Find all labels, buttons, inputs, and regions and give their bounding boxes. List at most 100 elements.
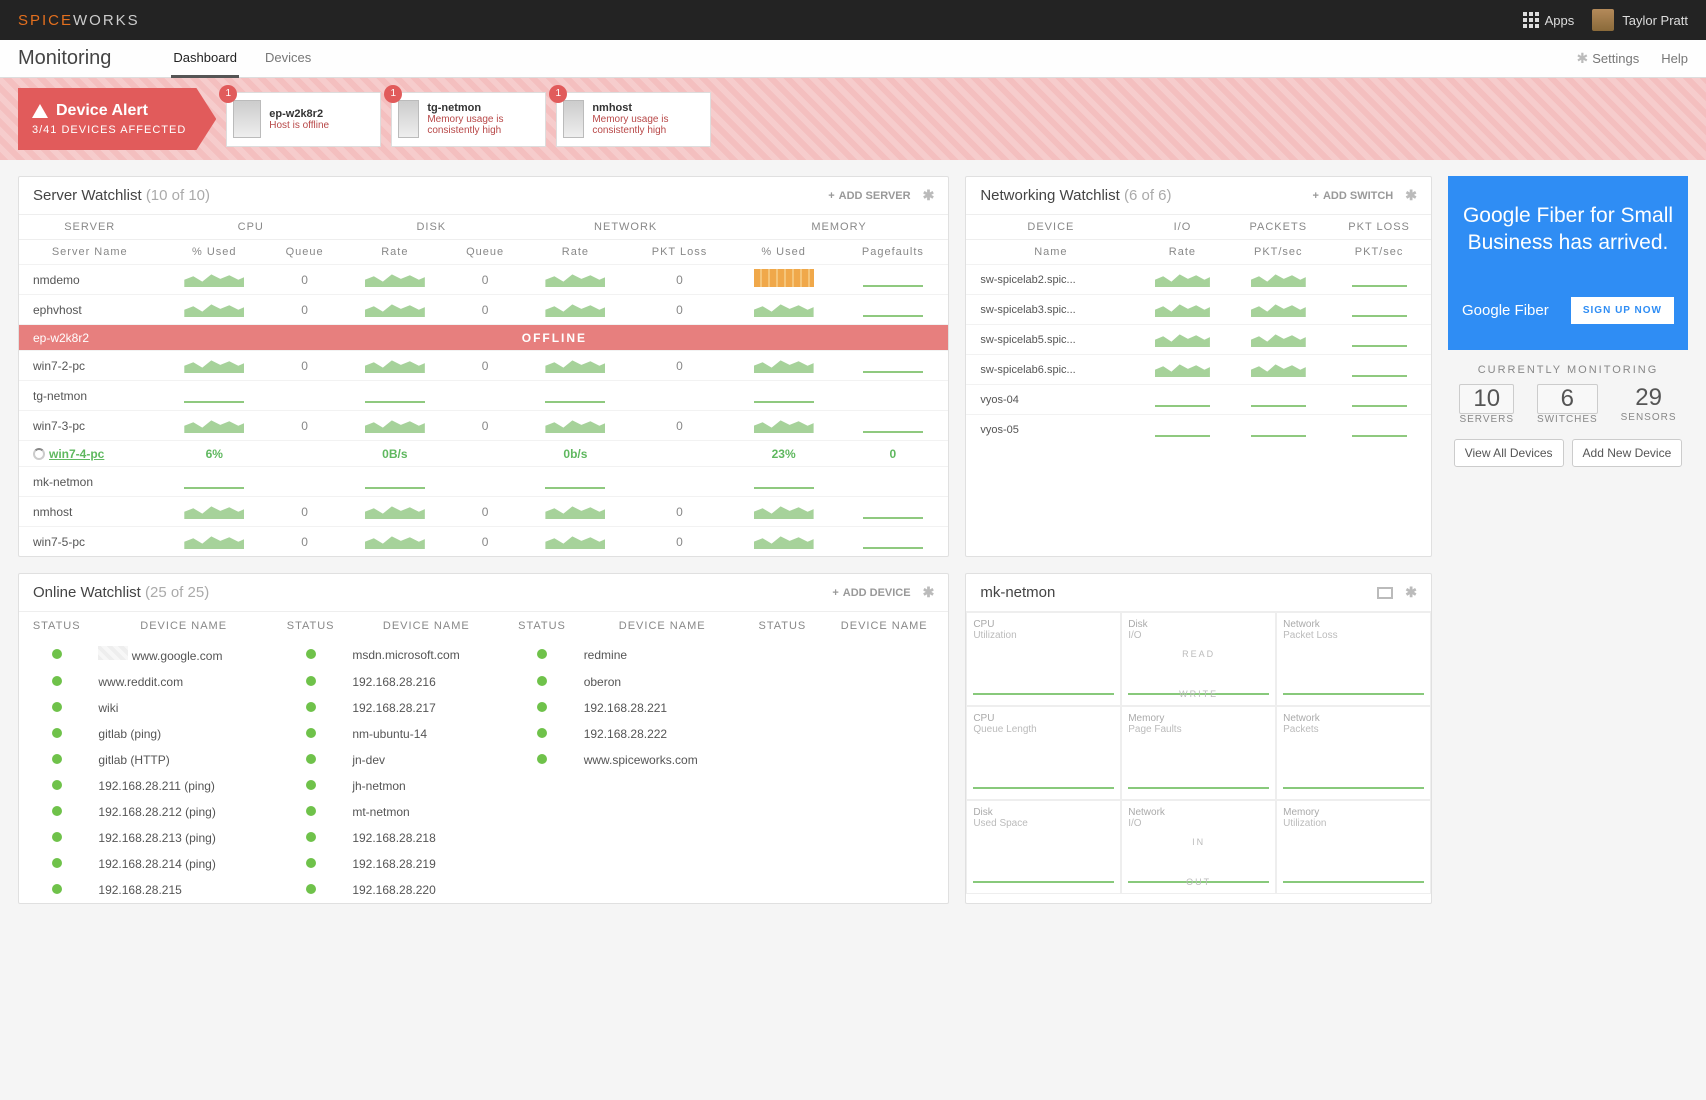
page-title: Monitoring bbox=[18, 47, 111, 70]
table-row[interactable]: 192.168.28.214 (ping)192.168.28.219 bbox=[19, 851, 948, 877]
ad-google-fiber[interactable]: Google Fiber for Small Business has arri… bbox=[1448, 176, 1688, 350]
table-row[interactable]: mk-netmon bbox=[19, 467, 948, 497]
metric-cell[interactable]: NetworkPackets bbox=[1276, 706, 1431, 800]
status-dot bbox=[306, 649, 316, 659]
table-row[interactable]: vyos-04 bbox=[966, 385, 1431, 415]
gear-icon[interactable]: ✱ bbox=[923, 584, 935, 601]
user-name: Taylor Pratt bbox=[1622, 13, 1688, 28]
metric-cell[interactable]: NetworkPacket Loss bbox=[1276, 612, 1431, 706]
status-dot bbox=[52, 806, 62, 816]
alert-card[interactable]: 1 nmhostMemory usage is consistently hig… bbox=[556, 92, 711, 147]
add-server-button[interactable]: ADD SERVER bbox=[828, 190, 910, 202]
server-icon bbox=[233, 100, 261, 138]
tab-devices[interactable]: Devices bbox=[263, 40, 313, 78]
gear-icon: ✱ bbox=[1577, 50, 1589, 67]
warning-icon bbox=[32, 104, 48, 118]
status-dot bbox=[52, 858, 62, 868]
online-watchlist-panel: Online Watchlist (25 of 25) ADD DEVICE ✱… bbox=[18, 573, 949, 904]
metric-cell[interactable]: CPUUtilization bbox=[966, 612, 1121, 706]
status-dot bbox=[52, 649, 62, 659]
status-dot bbox=[537, 702, 547, 712]
status-dot bbox=[52, 702, 62, 712]
table-row[interactable]: win7-5-pc000 bbox=[19, 527, 948, 557]
stat-servers[interactable]: 10SERVERS bbox=[1459, 384, 1514, 425]
status-dot bbox=[306, 858, 316, 868]
table-row[interactable]: sw-spicelab3.spic... bbox=[966, 295, 1431, 325]
table-row[interactable]: 192.168.28.212 (ping)mt-netmon bbox=[19, 799, 948, 825]
alert-badge: Device Alert 3/41 DEVICES AFFECTED bbox=[18, 88, 216, 150]
apps-menu[interactable]: Apps bbox=[1523, 12, 1575, 28]
apps-label: Apps bbox=[1545, 13, 1575, 28]
monitor-icon[interactable] bbox=[1377, 587, 1393, 599]
table-row[interactable]: sw-spicelab2.spic... bbox=[966, 265, 1431, 295]
table-row[interactable]: www.reddit.com192.168.28.216oberon bbox=[19, 669, 948, 695]
status-dot bbox=[306, 754, 316, 764]
table-row[interactable]: sw-spicelab5.spic... bbox=[966, 325, 1431, 355]
alert-card[interactable]: 1 tg-netmonMemory usage is consistently … bbox=[391, 92, 546, 147]
ad-cta-button[interactable]: SIGN UP NOW bbox=[1571, 297, 1674, 324]
table-row[interactable]: 192.168.28.215192.168.28.220 bbox=[19, 877, 948, 903]
alert-count-badge: 1 bbox=[549, 85, 567, 103]
add-switch-button[interactable]: ADD SWITCH bbox=[1313, 190, 1394, 202]
table-row[interactable]: nmdemo000 bbox=[19, 265, 948, 295]
alert-card[interactable]: 1 ep-w2k8r2Host is offline bbox=[226, 92, 381, 147]
table-row[interactable]: www.google.commsdn.microsoft.comredmine bbox=[19, 640, 948, 669]
currently-monitoring: CURRENTLY MONITORING 10SERVERS 6SWITCHES… bbox=[1448, 364, 1688, 425]
status-dot bbox=[537, 676, 547, 686]
server-watchlist-panel: Server Watchlist (10 of 10) ADD SERVER ✱… bbox=[18, 176, 949, 557]
server-watchlist-table: SERVERCPUDISKNETWORKMEMORYServer Name% U… bbox=[19, 215, 948, 556]
table-row[interactable]: nmhost000 bbox=[19, 497, 948, 527]
table-row[interactable]: win7-4-pc6%0B/s0b/s23%0 bbox=[19, 441, 948, 467]
gear-icon[interactable]: ✱ bbox=[1405, 187, 1417, 204]
stat-switches[interactable]: 6SWITCHES bbox=[1537, 384, 1598, 425]
table-row[interactable]: wiki192.168.28.217192.168.28.221 bbox=[19, 695, 948, 721]
help-link[interactable]: Help bbox=[1661, 51, 1688, 66]
table-row[interactable]: ep-w2k8r2OFFLINE bbox=[19, 325, 948, 351]
status-dot bbox=[52, 676, 62, 686]
table-row[interactable]: tg-netmon bbox=[19, 381, 948, 411]
server-icon bbox=[563, 100, 584, 138]
settings-link[interactable]: ✱Settings bbox=[1577, 50, 1640, 67]
metric-cell[interactable]: MemoryPage Faults bbox=[1121, 706, 1276, 800]
metric-cell[interactable]: CPUQueue Length bbox=[966, 706, 1121, 800]
status-dot bbox=[52, 780, 62, 790]
table-row[interactable]: win7-2-pc000 bbox=[19, 351, 948, 381]
ad-headline: Google Fiber for Small Business has arri… bbox=[1462, 202, 1674, 257]
online-watchlist-table: STATUSDEVICE NAMESTATUSDEVICE NAMESTATUS… bbox=[19, 612, 948, 903]
status-dot bbox=[306, 780, 316, 790]
metric-cell[interactable]: NetworkI/OINOUT bbox=[1121, 800, 1276, 894]
top-bar: SPICEWORKS Apps Taylor Pratt bbox=[0, 0, 1706, 40]
stat-sensors: 29SENSORS bbox=[1621, 384, 1677, 425]
brand-logo: SPICEWORKS bbox=[18, 12, 140, 29]
status-dot bbox=[306, 806, 316, 816]
user-menu[interactable]: Taylor Pratt bbox=[1592, 9, 1688, 31]
table-row[interactable]: vyos-05 bbox=[966, 415, 1431, 445]
add-new-device-button[interactable]: Add New Device bbox=[1572, 439, 1683, 467]
ad-brand: Google Fiber bbox=[1462, 302, 1549, 319]
device-detail-panel: mk-netmon ✱ CPUUtilizationDiskI/OREADWRI… bbox=[965, 573, 1432, 904]
table-row[interactable]: sw-spicelab6.spic... bbox=[966, 355, 1431, 385]
table-row[interactable]: gitlab (ping)nm-ubuntu-14192.168.28.222 bbox=[19, 721, 948, 747]
table-row[interactable]: gitlab (HTTP)jn-devwww.spiceworks.com bbox=[19, 747, 948, 773]
status-dot bbox=[52, 728, 62, 738]
metric-cell[interactable]: DiskUsed Space bbox=[966, 800, 1121, 894]
avatar bbox=[1592, 9, 1614, 31]
table-row[interactable]: win7-3-pc000 bbox=[19, 411, 948, 441]
table-row[interactable]: 192.168.28.213 (ping)192.168.28.218 bbox=[19, 825, 948, 851]
gear-icon[interactable]: ✱ bbox=[1405, 584, 1417, 601]
table-row[interactable]: 192.168.28.211 (ping)jh-netmon bbox=[19, 773, 948, 799]
sub-header: Monitoring Dashboard Devices ✱Settings H… bbox=[0, 40, 1706, 78]
tab-dashboard[interactable]: Dashboard bbox=[171, 40, 239, 78]
status-dot bbox=[306, 676, 316, 686]
status-dot bbox=[537, 728, 547, 738]
apps-grid-icon bbox=[1523, 12, 1539, 28]
status-dot bbox=[306, 728, 316, 738]
alert-strip: Device Alert 3/41 DEVICES AFFECTED 1 ep-… bbox=[0, 78, 1706, 160]
alert-count-badge: 1 bbox=[384, 85, 402, 103]
metric-cell[interactable]: DiskI/OREADWRITE bbox=[1121, 612, 1276, 706]
table-row[interactable]: ephvhost000 bbox=[19, 295, 948, 325]
metric-cell[interactable]: MemoryUtilization bbox=[1276, 800, 1431, 894]
gear-icon[interactable]: ✱ bbox=[923, 187, 935, 204]
view-all-devices-button[interactable]: View All Devices bbox=[1454, 439, 1564, 467]
add-device-button[interactable]: ADD DEVICE bbox=[832, 587, 910, 599]
